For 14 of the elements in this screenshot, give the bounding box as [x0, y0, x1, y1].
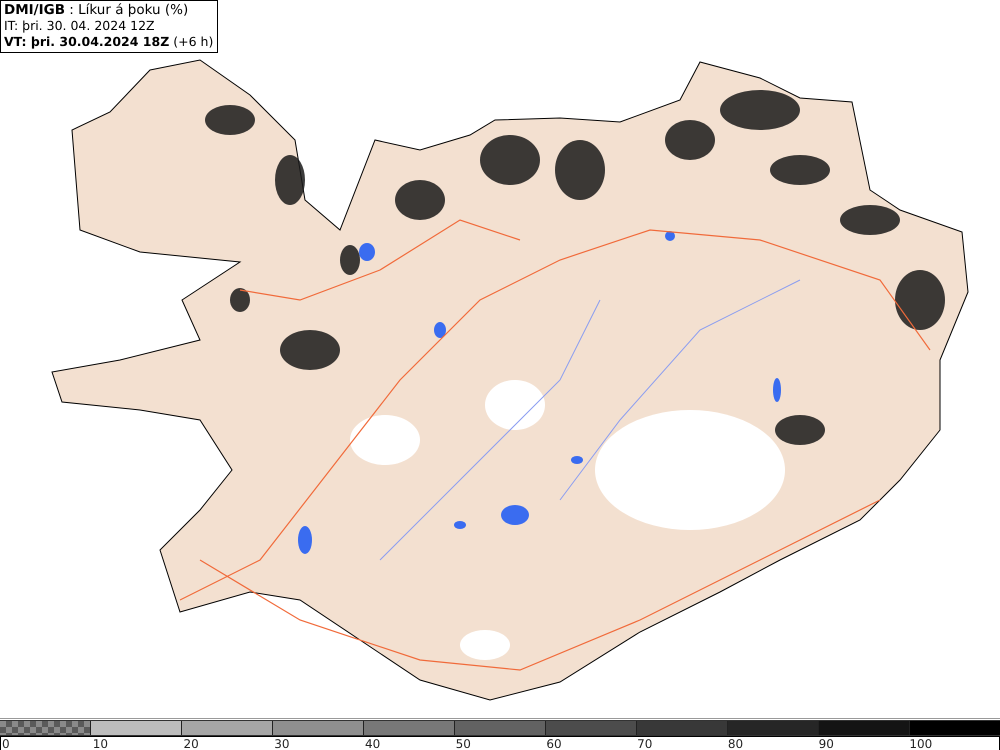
time-label: VT: þri. 30.04.2024 18Z (+6 h) [4, 34, 214, 50]
scale-tick-label: 80 [726, 737, 744, 750]
scale-tick-label: 60 [545, 737, 563, 750]
scale-tick-label: 40 [364, 737, 382, 750]
time-label: IT: þri. 30. 04. 2024 12Z [4, 18, 156, 34]
scale-tick-label: 10 [92, 737, 110, 750]
scale-tick-label: 30 [273, 737, 290, 750]
scale-tick-label: 50 [454, 737, 472, 750]
scale-tick-label: 90 [818, 737, 835, 750]
scale-tick-label: 100 [908, 737, 934, 750]
scale-tick-label: 20 [182, 737, 200, 750]
scale-tick-label: 70 [636, 737, 654, 750]
scale-tick-label: 0 [1, 737, 11, 750]
map-title: DMI/IGB : Líkur á þoku (%) [4, 2, 190, 18]
